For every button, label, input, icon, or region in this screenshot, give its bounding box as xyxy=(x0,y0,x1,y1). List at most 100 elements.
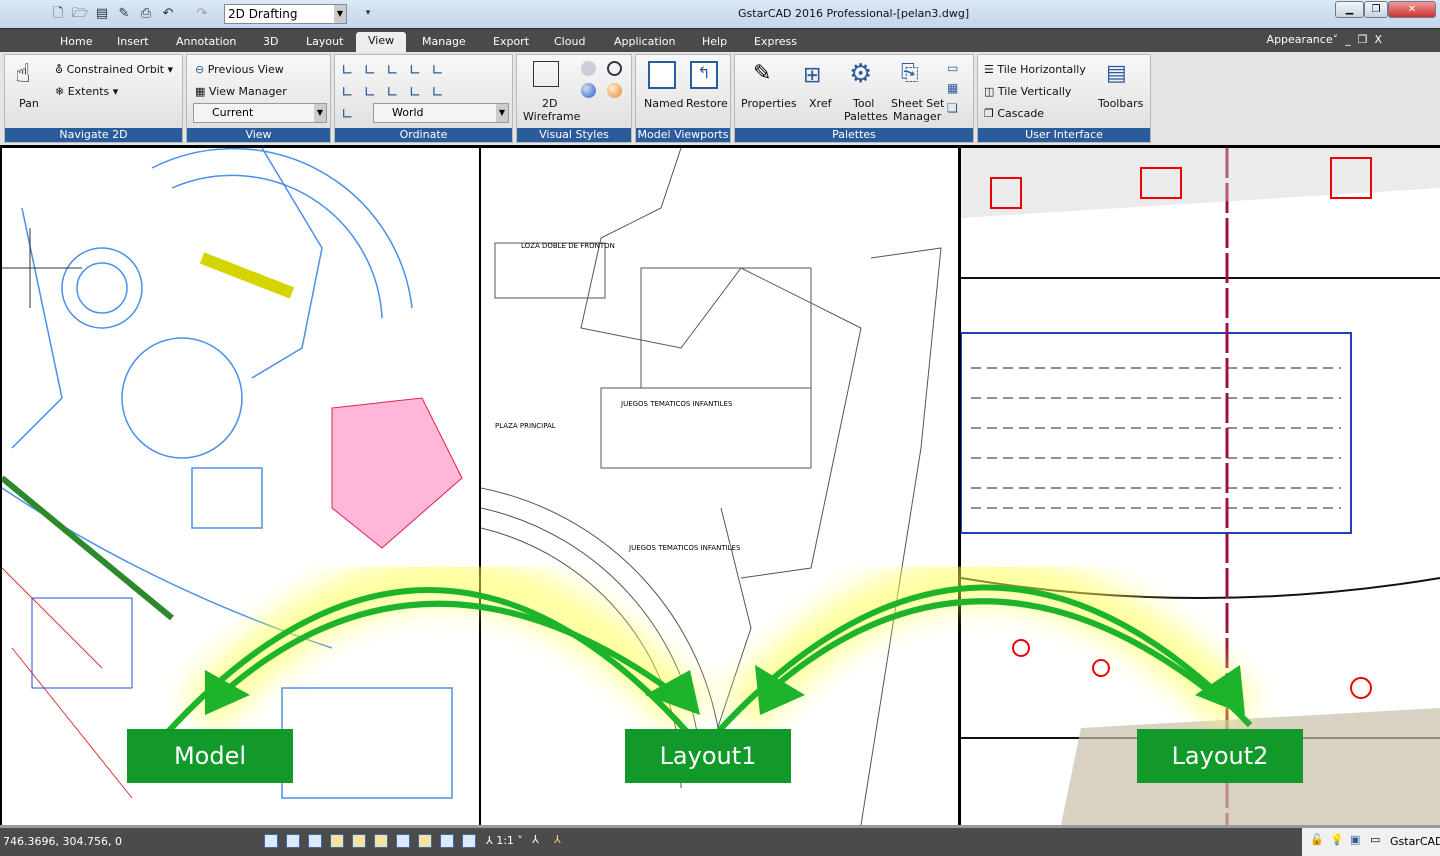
tab-annotation[interactable]: Annotation xyxy=(176,33,236,53)
panel-navigate-2d: ☝ Pan ⛢ Constrained Orbit ▾ ❄ Extents ▾ … xyxy=(4,54,183,143)
redo-icon[interactable]: ↷ xyxy=(194,5,210,22)
panel-title: Palettes xyxy=(735,128,973,142)
xref-button[interactable]: Xref xyxy=(809,97,831,110)
lineweight-toggle[interactable] xyxy=(440,834,454,848)
clean-screen-icon[interactable]: ▭ xyxy=(1370,833,1380,846)
ortho-toggle[interactable] xyxy=(308,834,322,848)
tile-vertical-icon: ◫ xyxy=(984,85,995,98)
tab-cloud[interactable]: Cloud xyxy=(554,33,585,53)
restore-viewports-icon: ↰ xyxy=(690,61,718,89)
command-line-icon[interactable]: ▭ xyxy=(947,61,958,75)
panel-palettes: ✎ ⊞ ⚙ ⎘ Properties Xref Tool Palettes Sh… xyxy=(734,54,974,143)
auto-scale-icon[interactable]: ⅄ xyxy=(554,833,561,846)
polar-toggle[interactable] xyxy=(330,834,344,848)
ucs-select[interactable]: World ▼ xyxy=(373,103,509,123)
pan-button[interactable]: Pan xyxy=(19,97,39,110)
tab-export[interactable]: Export xyxy=(493,33,529,53)
bulb-icon[interactable]: 💡 xyxy=(1330,833,1344,846)
snap-toggle[interactable] xyxy=(264,834,278,848)
tile-horizontally-button[interactable]: ☰ Tile Horizontally xyxy=(984,63,1086,76)
tile-vertically-button[interactable]: ◫ Tile Vertically xyxy=(984,85,1071,98)
named-button[interactable]: Named xyxy=(644,97,683,110)
osnap-toggle[interactable] xyxy=(352,834,366,848)
close-button[interactable]: ✕ xyxy=(1388,1,1436,18)
panel-title: User Interface xyxy=(978,128,1150,142)
scale-value: 1:1 xyxy=(496,834,514,847)
model-space-toggle[interactable] xyxy=(462,834,476,848)
wireframe-label-2[interactable]: Wireframe xyxy=(523,110,580,123)
hidden-style-icon[interactable] xyxy=(581,61,596,76)
status-tray: 🔓 💡 ▣ ▭ GstarCAD xyxy=(1302,828,1440,856)
save-icon[interactable]: ▤ xyxy=(94,5,110,22)
customize-icon[interactable]: ▾ xyxy=(360,5,376,22)
title-bar: 🗋 🗁 ▤ ✎ ⎙ ↶ ↷ 2D Drafting ▼ ▾ GstarCAD 20… xyxy=(0,0,1440,28)
view-select[interactable]: Current ▼ xyxy=(193,103,327,123)
tile-vertically-label: Tile Vertically xyxy=(997,85,1072,98)
tab-insert[interactable]: Insert xyxy=(117,33,149,53)
tab-3d[interactable]: 3D xyxy=(263,33,278,53)
toolbars-button[interactable]: Toolbars xyxy=(1098,97,1143,110)
hardware-acceleration-icon[interactable]: ▣ xyxy=(1350,833,1360,846)
appearance-menu[interactable]: Appearance˅ _ ❐ X xyxy=(1267,33,1382,46)
print-icon[interactable]: ⎙ xyxy=(138,5,154,22)
properties-button[interactable]: Properties xyxy=(741,97,797,110)
constrained-orbit-button[interactable]: ⛢ Constrained Orbit ▾ xyxy=(55,63,173,76)
xref-icon: ⊞ xyxy=(803,63,822,88)
tool-palettes-button[interactable]: Tool xyxy=(853,97,874,110)
chevron-down-icon: ▼ xyxy=(314,104,326,122)
arrow-curve xyxy=(162,587,693,738)
wireframe-label-1[interactable]: 2D xyxy=(542,97,557,110)
extents-button[interactable]: ❄ Extents ▾ xyxy=(55,85,118,98)
grid-toggle[interactable] xyxy=(286,834,300,848)
previous-view-button[interactable]: ⊖ Previous View xyxy=(195,63,284,76)
conceptual-style-icon[interactable] xyxy=(607,83,622,98)
tool-palettes-label-2[interactable]: Palettes xyxy=(844,110,888,123)
workspace-select[interactable]: 2D Drafting ▼ xyxy=(224,4,347,24)
layout1-label[interactable]: Layout1 xyxy=(625,729,791,783)
cascade-label: Cascade xyxy=(997,107,1045,120)
sheet-set-label-2[interactable]: Manager xyxy=(893,110,941,123)
minimize-button[interactable]: ▁ xyxy=(1335,1,1364,18)
workspace-value: 2D Drafting xyxy=(228,7,298,21)
chevron-down-icon: ▼ xyxy=(334,5,346,23)
cascade-button[interactable]: ❐ Cascade xyxy=(984,107,1044,120)
otrack-toggle[interactable] xyxy=(374,834,388,848)
open-icon[interactable]: 🗁 xyxy=(72,5,88,22)
panel-model-viewports: ↰ Named Restore Model Viewports xyxy=(635,54,731,143)
view-manager-icon: ▦ xyxy=(195,85,206,98)
annotation-visibility-icon[interactable]: ⅄ xyxy=(532,833,539,846)
drawing-area[interactable]: LOZA DOBLE DE FRONTON PLAZA PRINCIPAL JU… xyxy=(0,145,1440,825)
tab-express[interactable]: Express xyxy=(754,33,797,53)
named-viewports-icon xyxy=(648,61,676,89)
annotation-scale[interactable]: ⅄ 1:1 ˅ xyxy=(486,834,523,847)
panel-title: Model Viewports xyxy=(636,128,730,142)
appearance-label: Appearance xyxy=(1266,33,1333,46)
tab-home[interactable]: Home xyxy=(60,33,92,53)
pan-hand-icon: ☝ xyxy=(15,59,31,89)
undo-icon[interactable]: ↶ xyxy=(160,5,176,22)
realistic-style-icon[interactable] xyxy=(581,83,596,98)
model-label[interactable]: Model xyxy=(127,729,293,783)
chevron-down-icon: ▼ xyxy=(496,104,508,122)
lock-icon[interactable]: 🔓 xyxy=(1310,833,1324,846)
tab-application[interactable]: Application xyxy=(614,33,675,53)
layers-icon[interactable]: ❏ xyxy=(947,101,958,115)
ducs-toggle[interactable] xyxy=(396,834,410,848)
save-as-icon[interactable]: ✎ xyxy=(116,5,132,22)
restore-button[interactable]: ❐ xyxy=(1364,1,1388,18)
tab-layout[interactable]: Layout xyxy=(306,33,343,53)
calculator-icon[interactable]: ▦ xyxy=(947,81,958,95)
shaded-style-icon[interactable] xyxy=(607,61,622,76)
ribbon-tabs: Home Insert Annotation 3D Layout View Ma… xyxy=(0,28,1440,53)
tab-help[interactable]: Help xyxy=(702,33,727,53)
tab-manage[interactable]: Manage xyxy=(422,33,466,53)
tile-horizontal-icon: ☰ xyxy=(984,63,994,76)
layout2-label[interactable]: Layout2 xyxy=(1137,729,1303,783)
new-icon[interactable]: 🗋 xyxy=(50,5,66,22)
panel-visual-styles: 2D Wireframe Visual Styles xyxy=(516,54,632,143)
sheet-set-button[interactable]: Sheet Set xyxy=(891,97,944,110)
restore-button[interactable]: Restore xyxy=(686,97,728,110)
dyn-toggle[interactable] xyxy=(418,834,432,848)
tab-view[interactable]: View xyxy=(356,32,407,53)
view-manager-button[interactable]: ▦ View Manager xyxy=(195,85,287,98)
